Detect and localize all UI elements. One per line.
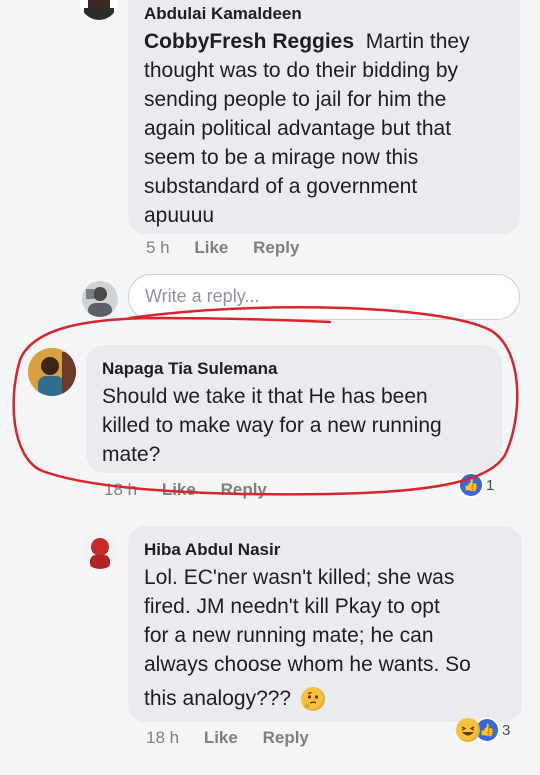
comment-author[interactable]: Abdulai Kamaldeen [144,4,504,24]
avatar[interactable] [28,348,76,396]
comment-bubble: Napaga Tia Sulemana Should we take it th… [86,345,502,473]
like-button[interactable]: Like [194,238,228,257]
comment-timestamp[interactable]: 5 h [146,238,170,257]
comment-body: Should we take it that He has been kille… [102,382,486,469]
comment-line: Lol. EC'ner wasn't killed; she was [144,566,455,589]
reaction-summary[interactable]: 👍 3 [456,717,511,743]
comment-bubble: Hiba Abdul Nasir Lol. EC'ner wasn't kill… [128,526,522,722]
comment-meta: 5 h Like Reply [146,238,299,258]
comment-timestamp[interactable]: 18 h [146,728,179,747]
tagged-user[interactable]: CobbyFresh Reggies [144,30,354,53]
reaction-count: 3 [502,721,511,739]
comment-line: apuuuu [144,204,215,227]
laughing-emoji [456,718,480,742]
reply-button[interactable]: Reply [263,728,309,747]
like-reaction-icon: 👍 [458,472,484,498]
comment-line: killed to make way for a new running [102,414,442,437]
comment-timestamp[interactable]: 18 h [104,480,137,499]
comment-body: CobbyFresh Reggies Martin they thought w… [144,27,504,230]
reply-button[interactable]: Reply [253,238,299,257]
thinking-face-emoji [300,687,325,712]
reaction-summary[interactable]: 👍 1 [458,472,495,498]
comment-line: always choose whom he wants. So [144,653,471,676]
comment-line: Martin they [365,30,470,53]
comment-bubble: Abdulai Kamaldeen CobbyFresh Reggies Mar… [128,0,520,234]
like-button[interactable]: Like [204,728,238,747]
comment-line: again political advantage but that [144,117,452,140]
like-button[interactable]: Like [162,480,196,499]
comment-line: for a new running mate; he can [144,624,434,647]
comment-line: substandard of a government [144,175,418,198]
comment-line: sending people to jail for him the [144,88,447,111]
comment-line: Should we take it that He has been [102,385,428,408]
comment-line: this analogy??? [144,687,292,710]
comment-author[interactable]: Hiba Abdul Nasir [144,540,506,560]
comment-body: Lol. EC'ner wasn't killed; she was fired… [144,563,506,713]
reaction-count: 1 [486,476,495,494]
comment-author[interactable]: Napaga Tia Sulemana [102,359,486,379]
reply-input[interactable]: Write a reply... [128,274,520,320]
comment-line: mate? [102,443,161,466]
avatar[interactable] [80,0,118,20]
comment-meta: 18 h Like Reply [104,480,267,500]
comment-line: fired. JM needn't kill Pkay to opt [144,595,440,618]
comment-line: thought was to do their bidding by [144,59,459,82]
comment-meta: 18 h Like Reply [146,728,309,748]
comment-line: seem to be a mirage now this [144,146,419,169]
avatar[interactable] [82,533,118,569]
reply-button[interactable]: Reply [221,480,267,499]
current-user-avatar [82,281,118,317]
